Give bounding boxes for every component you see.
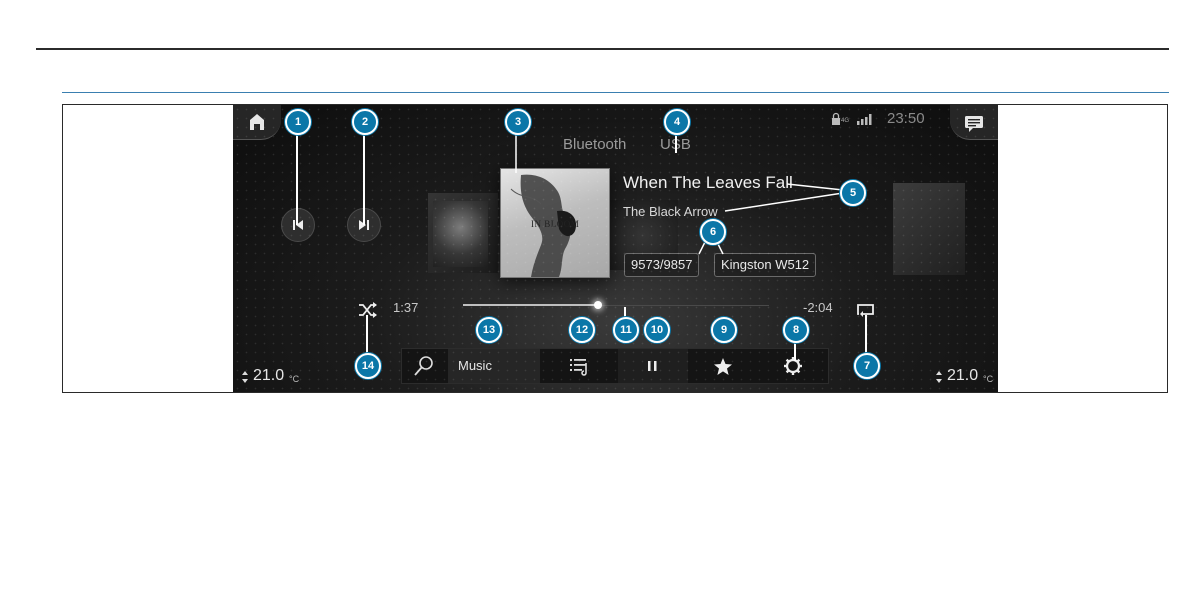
status-area: 4G 23:50 xyxy=(829,110,949,127)
album-cover: IN BLOOM xyxy=(500,168,610,278)
callout-2: 2 xyxy=(352,109,378,135)
callout-leader-14 xyxy=(366,315,368,355)
tab-bluetooth[interactable]: Bluetooth xyxy=(563,136,626,153)
progress-fill xyxy=(463,304,598,306)
track-title: When The Leaves Fall xyxy=(623,173,793,192)
callout-leader-7 xyxy=(865,315,867,355)
home-icon xyxy=(250,114,264,130)
callout-9: 9 xyxy=(711,317,737,343)
bottom-control-bar: Music xyxy=(401,348,829,384)
callout-4: 4 xyxy=(664,109,690,135)
track-number-badge: 9573/9857 xyxy=(624,253,700,277)
home-button[interactable] xyxy=(233,105,281,140)
right-temperature-unit: °C xyxy=(983,374,994,384)
temperature-arrows-icon xyxy=(242,371,248,383)
skip-back-icon xyxy=(293,220,303,230)
shuffle-icon[interactable] xyxy=(356,300,380,320)
track-artist: The Black Arrow xyxy=(623,204,718,219)
pause-button[interactable] xyxy=(618,349,688,383)
callout-3: 3 xyxy=(505,109,531,135)
category-label: Music xyxy=(458,358,492,373)
search-icon xyxy=(414,356,433,376)
playlist-button[interactable] xyxy=(542,349,616,383)
star-icon xyxy=(714,358,732,375)
callout-1: 1 xyxy=(285,109,311,135)
album-badge: Kingston W512 xyxy=(714,253,817,277)
message-icon xyxy=(965,116,983,132)
callout-10: 10 xyxy=(644,317,670,343)
pause-icon xyxy=(648,361,657,371)
search-button[interactable] xyxy=(402,349,446,383)
callout-7: 7 xyxy=(854,353,880,379)
settings-button[interactable] xyxy=(758,349,828,383)
remaining-time: -2:04 xyxy=(803,300,833,315)
network-label: 4G xyxy=(841,118,850,124)
left-temperature-unit: °C xyxy=(289,374,300,384)
callout-6: 6 xyxy=(700,219,726,245)
callout-leader-2 xyxy=(363,131,365,225)
callout-5: 5 xyxy=(840,180,866,206)
background-album-right xyxy=(893,183,965,275)
section-rule xyxy=(62,92,1169,93)
callout-12: 12 xyxy=(569,317,595,343)
callout-14: 14 xyxy=(355,353,381,379)
left-temperature: 21.0 xyxy=(253,367,285,384)
gear-icon xyxy=(784,357,802,375)
callout-11: 11 xyxy=(613,317,639,343)
background-album-left-face xyxy=(433,201,488,267)
callout-13: 13 xyxy=(476,317,502,343)
temperature-arrows-icon xyxy=(936,371,942,383)
progress-handle[interactable] xyxy=(593,301,602,309)
previous-track-button[interactable] xyxy=(281,208,315,242)
category-selector[interactable]: Music xyxy=(448,349,540,383)
media-screen: 4G 23:50 Bluetooth USB IN BLOOM When The… xyxy=(233,105,998,392)
page-top-rule xyxy=(36,48,1169,50)
album-cover-text: IN BLOOM xyxy=(531,219,580,229)
messages-button[interactable] xyxy=(950,105,998,140)
clock-time: 23:50 xyxy=(887,110,925,127)
elapsed-time: 1:37 xyxy=(393,300,419,315)
signal-bars-icon xyxy=(857,114,872,125)
favorite-button[interactable] xyxy=(690,349,756,383)
callout-leader-1 xyxy=(296,131,298,225)
playlist-icon xyxy=(570,359,587,376)
right-temperature: 21.0 xyxy=(947,367,979,384)
callout-8: 8 xyxy=(783,317,809,343)
